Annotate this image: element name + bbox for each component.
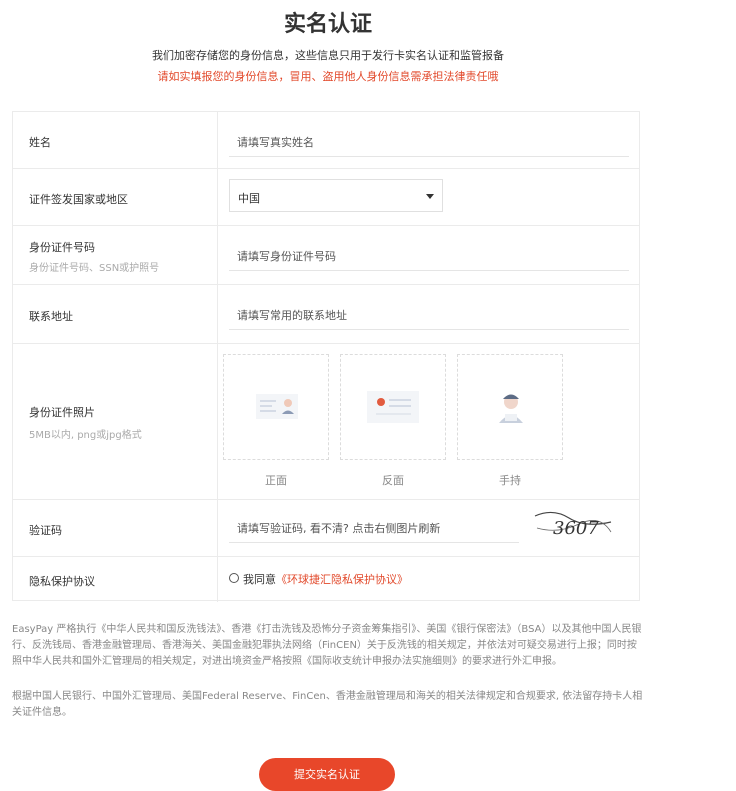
chevron-down-icon	[426, 194, 434, 199]
aml-notice: EasyPay 严格执行《中华人民共和国反洗钱法》、香港《打击洗钱及恐怖分子资金…	[12, 624, 642, 667]
id-back-icon	[367, 391, 419, 423]
upload-handheld[interactable]	[457, 354, 563, 460]
privacy-policy-link[interactable]: 《环球捷汇隐私保护协议》	[276, 573, 408, 586]
privacy-radio[interactable]	[229, 573, 239, 583]
id-photo-hint: 5MB以内, png或jpg格式	[29, 430, 142, 441]
row-id-number: 身份证件号码 身份证件号码、SSN或护照号 请填写身份证件号码	[13, 226, 639, 285]
address-label: 联系地址	[29, 310, 73, 323]
privacy-agree-text: 我同意	[243, 573, 276, 586]
privacy-label: 隐私保护协议	[29, 575, 95, 588]
person-icon	[499, 394, 523, 423]
captcha-code: 3607	[553, 518, 599, 539]
row-name: 姓名 请填写真实姓名	[13, 112, 639, 169]
country-value: 中国	[238, 192, 260, 205]
page-title: 实名认证	[283, 12, 372, 37]
upload-back[interactable]	[340, 354, 446, 460]
back-label: 反面	[382, 474, 404, 487]
id-number-input[interactable]: 请填写身份证件号码	[229, 240, 629, 271]
id-front-icon	[256, 394, 298, 419]
name-input[interactable]: 请填写真实姓名	[229, 126, 629, 157]
row-address: 联系地址 请填写常用的联系地址	[13, 285, 639, 344]
country-select[interactable]: 中国	[229, 179, 443, 212]
id-number-hint: 身份证件号码、SSN或护照号	[29, 263, 160, 274]
verification-form: 姓名 请填写真实姓名 证件签发国家或地区 中国 身份证件号码 身份证件号码、SS…	[12, 111, 640, 602]
page-subtitle: 我们加密存储您的身份信息，这些信息只用于发行卡实名认证和监管报备	[152, 49, 504, 62]
legal-warning: 请如实填报您的身份信息，冒用、盗用他人身份信息需承担法律责任哦	[157, 70, 499, 83]
address-input[interactable]: 请填写常用的联系地址	[229, 299, 629, 330]
country-label: 证件签发国家或地区	[29, 193, 128, 206]
upload-front[interactable]	[223, 354, 329, 460]
data-retention-notice: 根据中国人民银行、中国外汇管理局、美国Federal Reserve、FinCe…	[12, 691, 643, 718]
captcha-label: 验证码	[29, 524, 62, 537]
submit-button[interactable]: 提交实名认证	[259, 758, 395, 791]
captcha-input[interactable]: 请填写验证码, 看不清? 点击右侧图片刷新	[229, 512, 519, 543]
name-label: 姓名	[29, 136, 51, 149]
id-photo-label: 身份证件照片	[29, 406, 95, 419]
id-number-label: 身份证件号码	[29, 241, 95, 254]
captcha-image[interactable]: 3607	[533, 506, 613, 540]
front-label: 正面	[265, 474, 287, 487]
handheld-label: 手持	[499, 474, 521, 487]
